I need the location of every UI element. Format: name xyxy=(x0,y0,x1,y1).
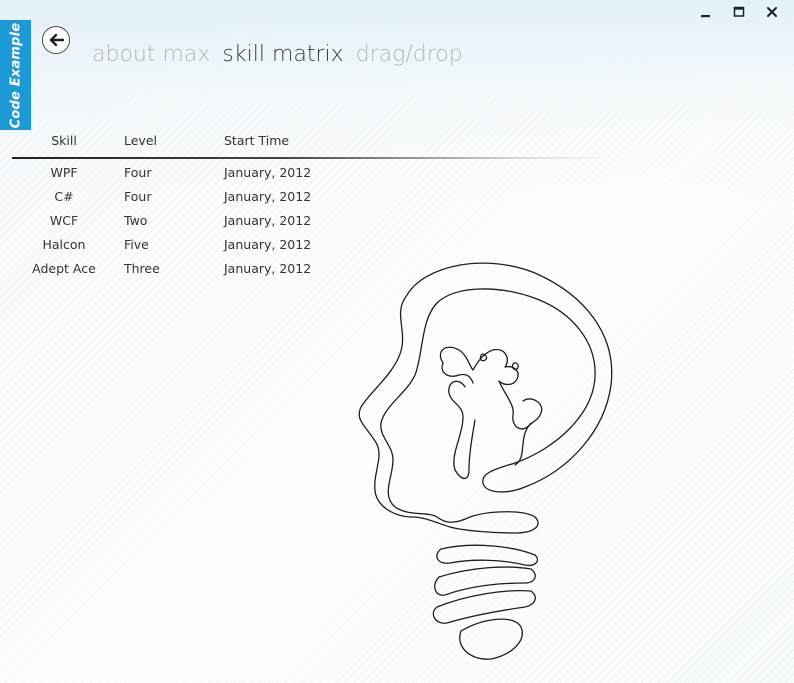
cell-level: Four xyxy=(124,189,152,204)
section-nav: about max skill matrix drag/drop xyxy=(92,42,463,67)
cell-skill: C# xyxy=(54,189,74,204)
cell-level: Four xyxy=(124,165,152,180)
column-header-level[interactable]: Level xyxy=(124,133,157,148)
cell-skill: WCF xyxy=(49,213,79,228)
column-header-skill[interactable]: Skill xyxy=(14,133,114,148)
back-arrow-icon xyxy=(49,33,64,47)
cell-skill: WPF xyxy=(50,165,78,180)
nav-item-drag-drop[interactable]: drag/drop xyxy=(356,42,463,67)
cell-start-time: January, 2012 xyxy=(224,165,312,180)
header-divider xyxy=(12,157,612,159)
minimize-button[interactable] xyxy=(689,2,722,22)
cell-start-time: January, 2012 xyxy=(224,189,312,204)
column-header-start-time[interactable]: Start Time xyxy=(224,133,289,148)
cell-skill: Halcon xyxy=(42,237,86,252)
back-button[interactable] xyxy=(42,26,70,54)
close-icon xyxy=(766,7,777,17)
table-row[interactable]: C# Four January, 2012 xyxy=(0,189,620,213)
cell-level: Five xyxy=(124,237,149,252)
cell-level: Two xyxy=(124,213,148,228)
window-controls xyxy=(689,2,788,22)
cell-skill: Adept Ace xyxy=(32,261,96,276)
cell-start-time: January, 2012 xyxy=(224,261,312,276)
maximize-button[interactable] xyxy=(722,2,755,22)
cell-start-time: January, 2012 xyxy=(224,237,312,252)
cell-level: Three xyxy=(124,261,160,276)
table-header: Skill Level Start Time xyxy=(0,133,620,153)
minimize-icon xyxy=(700,15,710,18)
table-row[interactable]: WPF Four January, 2012 xyxy=(0,165,620,189)
cell-start-time: January, 2012 xyxy=(224,213,312,228)
table-row[interactable]: WCF Two January, 2012 xyxy=(0,213,620,237)
nav-item-about-max[interactable]: about max xyxy=(92,42,210,67)
nav-item-skill-matrix[interactable]: skill matrix xyxy=(222,42,343,67)
side-tab-label: Code Example xyxy=(8,22,23,128)
close-button[interactable] xyxy=(755,2,788,22)
code-example-tab[interactable]: Code Example xyxy=(0,20,31,130)
lightbulb-head-icon xyxy=(358,262,613,660)
maximize-icon xyxy=(733,6,744,17)
